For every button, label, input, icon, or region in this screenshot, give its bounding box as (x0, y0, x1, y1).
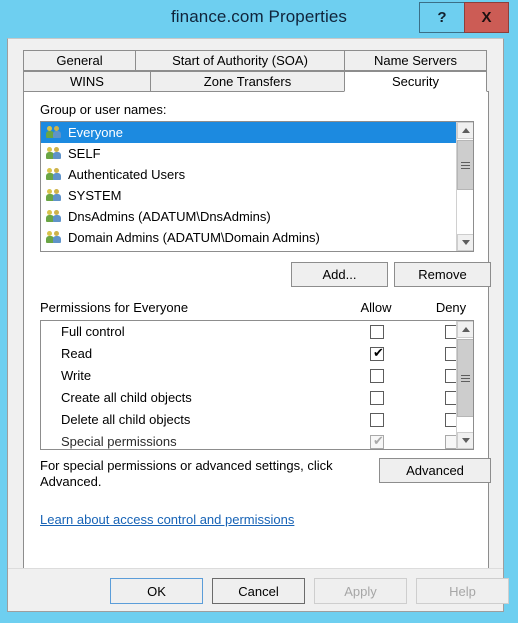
add-button[interactable]: Add... (291, 262, 388, 287)
allow-checkbox: ✔ (370, 433, 384, 449)
table-row[interactable]: Delete all child objects (41, 409, 459, 431)
caption-button-group: ? X (419, 2, 509, 34)
tab-strip: General Start of Authority (SOA) Name Se… (23, 50, 489, 92)
permission-label: Special permissions (61, 434, 177, 449)
checkmark-icon: ✔ (373, 433, 384, 448)
allow-column-header: Allow (360, 300, 392, 315)
allow-checkbox[interactable] (370, 413, 384, 427)
allow-checkbox[interactable]: ✔ (370, 345, 384, 361)
scroll-down-icon[interactable] (457, 432, 473, 449)
scrollbar-thumb[interactable] (457, 140, 473, 190)
list-item[interactable]: Authenticated Users (41, 164, 457, 185)
dialog-body: General Start of Authority (SOA) Name Se… (7, 38, 509, 612)
apply-button: Apply (314, 578, 407, 604)
security-tab-page: Group or user names: Everyone SELF Authe… (23, 91, 491, 586)
group-list-scrollbar[interactable] (456, 122, 473, 251)
scrollbar-thumb[interactable] (457, 339, 473, 417)
tab-name-servers[interactable]: Name Servers (344, 50, 487, 71)
list-item[interactable] (41, 248, 457, 252)
group-icon (46, 230, 63, 245)
tab-general[interactable]: General (23, 50, 136, 71)
table-row[interactable]: Full control (41, 321, 459, 343)
permission-rows: Full control Read ✔ Write Create all chi… (41, 321, 459, 449)
tab-security[interactable]: Security (344, 71, 487, 92)
permission-label: Full control (61, 324, 125, 339)
permissions-for-label: Permissions for Everyone (40, 300, 189, 315)
dialog-button-bar: OK Cancel Apply Help (8, 568, 509, 611)
allow-checkbox[interactable] (370, 369, 384, 383)
list-item-label: DnsAdmins (ADATUM\DnsAdmins) (68, 209, 271, 224)
grip-icon (461, 160, 470, 171)
table-row[interactable]: Write (41, 365, 459, 387)
help-button-footer: Help (416, 578, 509, 604)
tab-row-2: WINS Zone Transfers Security (23, 71, 489, 92)
permissions-list[interactable]: Full control Read ✔ Write Create all chi… (40, 320, 474, 450)
group-or-user-names-label: Group or user names: (40, 102, 167, 117)
group-icon (46, 167, 63, 182)
list-item[interactable]: SELF (41, 143, 457, 164)
remove-button[interactable]: Remove (394, 262, 491, 287)
scroll-up-icon[interactable] (457, 122, 473, 139)
group-icon (46, 125, 63, 140)
allow-checkbox[interactable] (370, 325, 384, 339)
tab-zone-transfers[interactable]: Zone Transfers (150, 71, 345, 92)
allow-checkbox[interactable] (370, 391, 384, 405)
tab-wins[interactable]: WINS (23, 71, 151, 92)
access-control-help-link[interactable]: Learn about access control and permissio… (40, 512, 294, 527)
permission-label: Read (61, 346, 93, 361)
list-item-label: Everyone (68, 125, 123, 140)
tab-row-1: General Start of Authority (SOA) Name Se… (23, 50, 489, 71)
group-icon (46, 188, 63, 203)
list-item[interactable]: Everyone (41, 122, 457, 143)
permissions-scrollbar[interactable] (456, 321, 473, 449)
list-item-label: SELF (68, 146, 101, 161)
list-item[interactable]: SYSTEM (41, 185, 457, 206)
properties-window: finance.com Properties ? X General Start… (0, 0, 518, 623)
permission-label: Create all child objects (61, 390, 192, 405)
permission-label: Delete all child objects (61, 412, 191, 427)
close-icon[interactable]: X (464, 2, 509, 33)
checkmark-icon: ✔ (373, 345, 384, 360)
list-item-label: Authenticated Users (68, 167, 186, 182)
list-item[interactable]: DnsAdmins (ADATUM\DnsAdmins) (41, 206, 457, 227)
deny-column-header: Deny (435, 300, 467, 315)
cancel-button[interactable]: Cancel (212, 578, 305, 604)
list-item-label: Domain Admins (ADATUM\Domain Admins) (68, 230, 320, 245)
grip-icon (461, 373, 470, 384)
table-row[interactable]: Create all child objects (41, 387, 459, 409)
advanced-note: For special permissions or advanced sett… (40, 458, 333, 489)
table-row[interactable]: Special permissions ✔ (41, 431, 459, 449)
advanced-button[interactable]: Advanced (379, 458, 491, 483)
scroll-up-icon[interactable] (457, 321, 473, 338)
group-icon (46, 146, 63, 161)
table-row[interactable]: Read ✔ (41, 343, 459, 365)
list-item[interactable]: Domain Admins (ADATUM\Domain Admins) (41, 227, 457, 248)
group-list-items: Everyone SELF Authenticated Users SYSTEM (41, 122, 457, 252)
group-icon (46, 251, 63, 252)
list-item-label: SYSTEM (68, 188, 122, 203)
tab-start-of-authority[interactable]: Start of Authority (SOA) (135, 50, 345, 71)
permission-label: Write (61, 368, 92, 383)
title-bar: finance.com Properties ? X (0, 0, 518, 38)
scroll-down-icon[interactable] (457, 234, 473, 251)
ok-button[interactable]: OK (110, 578, 203, 604)
help-button[interactable]: ? (419, 2, 464, 33)
group-or-user-names-list[interactable]: Everyone SELF Authenticated Users SYSTEM (40, 121, 474, 252)
group-icon (46, 209, 63, 224)
